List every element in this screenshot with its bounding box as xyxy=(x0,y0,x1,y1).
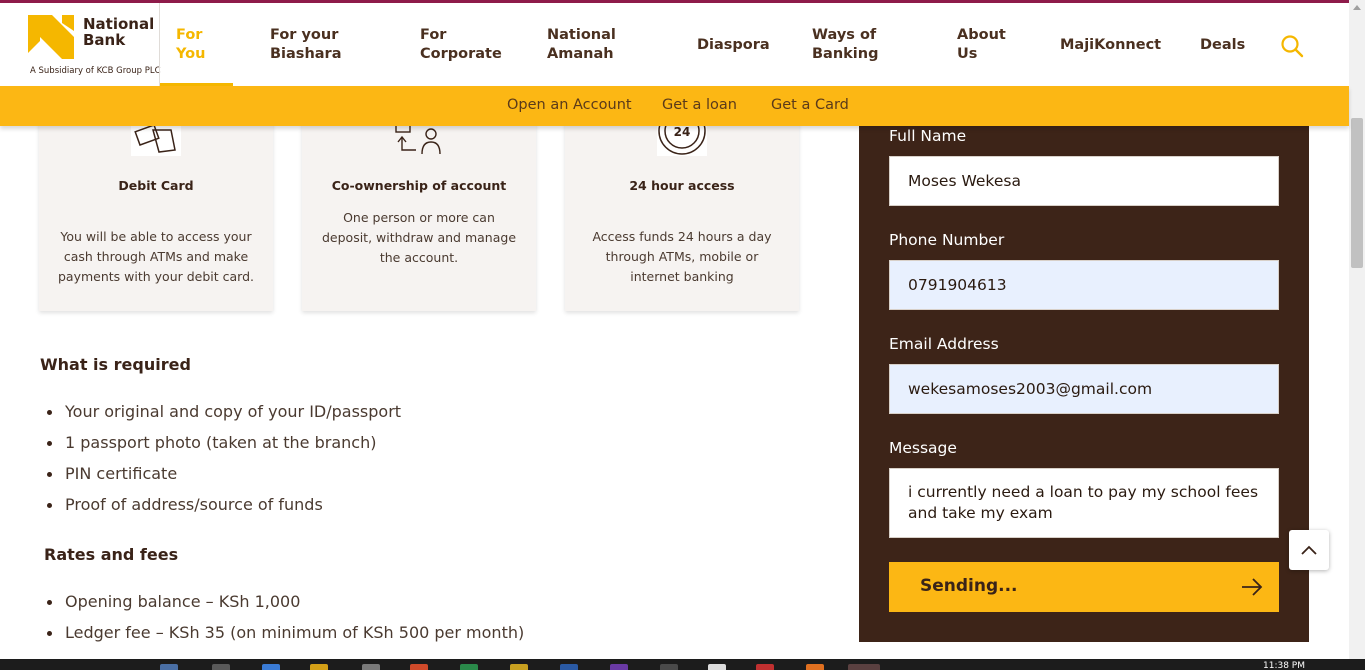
sub-navigation-bar: Open an Account Get a loan Get a Card xyxy=(0,86,1349,126)
rates-section-title: Rates and fees xyxy=(44,545,179,564)
nav-for-corporate[interactable]: For Corporate xyxy=(420,26,510,64)
logo[interactable]: National Bank A Subsidiary of KCB Group … xyxy=(28,13,161,83)
site-header: National Bank A Subsidiary of KCB Group … xyxy=(0,3,1349,86)
nav-deals[interactable]: Deals xyxy=(1200,36,1245,55)
nav-ways-of-banking[interactable]: Ways of Banking xyxy=(812,26,892,64)
card-description: Access funds 24 hours a day through ATMs… xyxy=(592,229,772,284)
email-address-field[interactable]: wekesamoses2003@gmail.com xyxy=(889,364,1279,414)
required-list: Your original and copy of your ID/passpo… xyxy=(45,402,401,526)
subnav-get-loan[interactable]: Get a loan xyxy=(662,97,737,113)
header-divider xyxy=(159,3,160,86)
card-description: You will be able to access your cash thr… xyxy=(57,229,254,284)
taskbar-app-icon[interactable] xyxy=(756,664,774,670)
taskbar-app-icon[interactable] xyxy=(806,664,824,670)
taskbar-app-icon[interactable] xyxy=(848,664,880,670)
list-item: Ledger fee – KSh 35 (on minimum of KSh 5… xyxy=(45,623,524,654)
taskbar-app-icon[interactable] xyxy=(160,664,178,670)
taskbar-clock: 11:38 PM xyxy=(1263,661,1305,670)
taskbar-app-icon[interactable] xyxy=(510,664,528,670)
list-item: 1 passport photo (taken at the branch) xyxy=(45,433,401,464)
feature-card-debit: Debit Card You will be able to access yo… xyxy=(39,100,273,311)
taskbar-app-icon[interactable] xyxy=(660,664,678,670)
card-description: One person or more can deposit, withdraw… xyxy=(321,210,517,265)
arrow-right-icon xyxy=(1242,578,1263,596)
svg-text:24: 24 xyxy=(674,125,691,139)
nav-majikonnect[interactable]: MajiKonnect xyxy=(1060,36,1161,55)
full-name-field[interactable]: Moses Wekesa xyxy=(889,156,1279,206)
taskbar-app-icon[interactable] xyxy=(560,664,578,670)
subnav-get-card[interactable]: Get a Card xyxy=(771,97,849,113)
card-title: 24 hour access xyxy=(629,178,735,193)
phone-number-label: Phone Number xyxy=(889,231,1005,249)
taskbar-app-icon[interactable] xyxy=(212,664,230,670)
page-scrollbar[interactable] xyxy=(1349,0,1365,660)
search-icon[interactable] xyxy=(1280,34,1304,58)
feature-card-co-ownership: Co-ownership of account One person or mo… xyxy=(302,100,536,311)
list-item: Your original and copy of your ID/passpo… xyxy=(45,402,401,433)
nav-for-your-biashara[interactable]: For your Biashara xyxy=(270,26,360,64)
taskbar-app-icon[interactable] xyxy=(262,664,280,670)
card-title: Debit Card xyxy=(118,178,194,193)
nav-national-amanah[interactable]: National Amanah xyxy=(547,26,627,64)
logo-brand-name: National Bank xyxy=(83,15,155,49)
required-section-title: What is required xyxy=(40,355,191,374)
card-title: Co-ownership of account xyxy=(331,178,507,193)
send-button[interactable]: Sending... xyxy=(889,562,1279,612)
list-item: Proof of address/source of funds xyxy=(45,495,401,526)
taskbar-app-icon[interactable] xyxy=(310,664,328,670)
contact-form-panel: Full Name Moses Wekesa Phone Number 0791… xyxy=(859,100,1309,642)
taskbar-app-icon[interactable] xyxy=(410,664,428,670)
message-field[interactable]: i currently need a loan to pay my school… xyxy=(889,468,1279,538)
taskbar-app-icon[interactable] xyxy=(362,664,380,670)
taskbar-app-icon[interactable] xyxy=(708,664,726,670)
scroll-up-arrow-icon[interactable] xyxy=(1353,5,1361,10)
list-item: PIN certificate xyxy=(45,464,401,495)
rates-list: Opening balance – KSh 1,000 Ledger fee –… xyxy=(45,592,524,654)
full-name-label: Full Name xyxy=(889,127,967,145)
nav-about-us[interactable]: About Us xyxy=(957,26,1017,64)
nav-for-you[interactable]: For You xyxy=(176,26,216,64)
back-to-top-button[interactable] xyxy=(1289,530,1329,570)
message-label: Message xyxy=(889,439,957,457)
send-button-label: Sending... xyxy=(920,576,1018,596)
national-bank-logo-icon xyxy=(28,15,74,59)
nav-diaspora[interactable]: Diaspora xyxy=(697,36,770,55)
taskbar-app-icon[interactable] xyxy=(610,664,628,670)
subnav-open-account[interactable]: Open an Account xyxy=(507,97,632,113)
scroll-thumb[interactable] xyxy=(1351,118,1363,268)
os-taskbar: 11:38 PM xyxy=(0,659,1365,670)
taskbar-app-icon[interactable] xyxy=(460,664,478,670)
list-item: Opening balance – KSh 1,000 xyxy=(45,592,524,623)
email-address-label: Email Address xyxy=(889,335,999,353)
feature-card-24-hour: 24 24 hour access Access funds 24 hours … xyxy=(565,100,799,311)
logo-subsidiary-text: A Subsidiary of KCB Group PLC xyxy=(30,66,161,76)
chevron-up-icon xyxy=(1301,545,1317,555)
phone-number-field[interactable]: 0791904613 xyxy=(889,260,1279,310)
